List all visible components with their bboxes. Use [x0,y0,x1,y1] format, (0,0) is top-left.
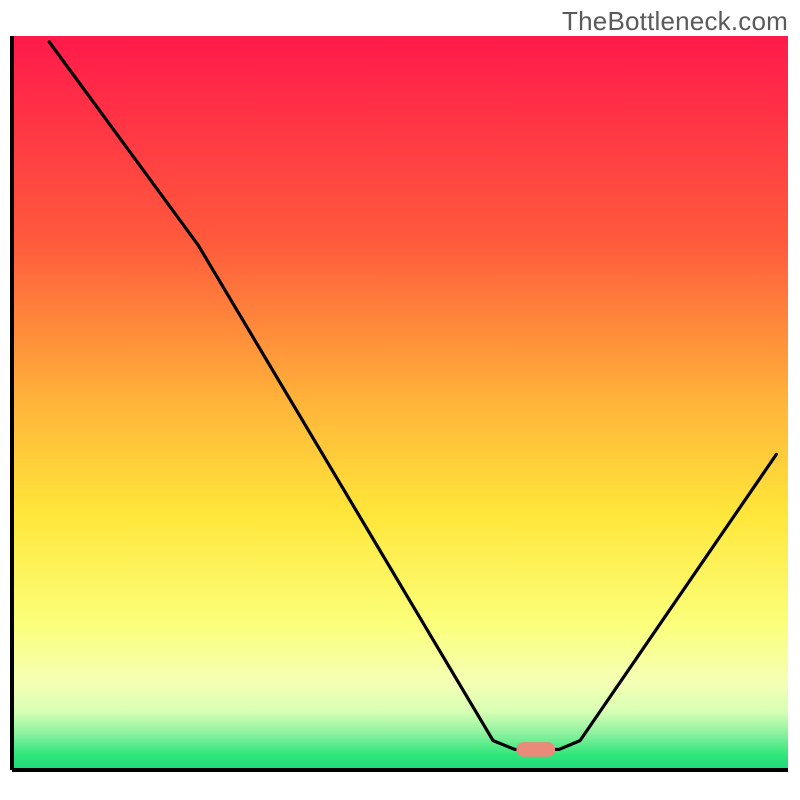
bottleneck-chart [0,0,800,800]
chart-container: { "watermark": "TheBottleneck.com", "cha… [0,0,800,800]
watermark-text: TheBottleneck.com [562,6,788,37]
optimal-marker [516,742,555,757]
plot-background [12,36,788,770]
